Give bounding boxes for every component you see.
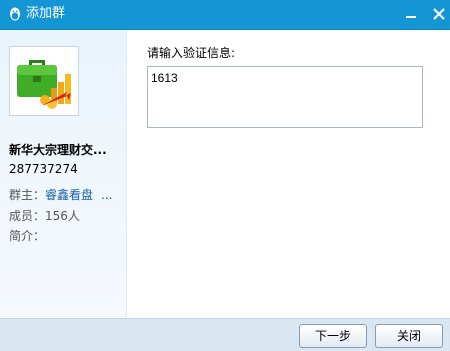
intro-label: 简介： [9, 229, 46, 243]
footer-bar: 下一步 关闭 [0, 318, 450, 351]
group-name: 新华大宗理财交... [9, 143, 107, 157]
title-bar: 添加群 [0, 0, 450, 30]
window-title: 添加群 [26, 6, 66, 21]
close-button[interactable]: 关闭 [375, 324, 443, 348]
next-button[interactable]: 下一步 [299, 324, 367, 348]
members-label: 成员： [9, 209, 46, 223]
members-count: 156人 [45, 209, 80, 223]
briefcase-chart-icon [11, 48, 77, 114]
verify-label: 请输入验证信息: [147, 46, 236, 60]
group-number: 287737274 [9, 162, 78, 176]
close-icon [433, 8, 445, 20]
qq-penguin-icon [10, 7, 20, 21]
members-row: 成员：156人 [9, 207, 80, 224]
verify-message-input[interactable]: 1613 [147, 66, 423, 128]
minimize-button[interactable] [400, 3, 422, 25]
owner-label: 群主： [9, 188, 46, 202]
owner-row: 群主：睿鑫看盘... [9, 186, 112, 203]
minimize-icon [406, 16, 416, 18]
owner-name-link[interactable]: 睿鑫看盘 [45, 188, 93, 202]
intro-row: 简介： [9, 227, 45, 244]
group-avatar [9, 46, 79, 116]
owner-more-link[interactable]: ... [101, 188, 112, 202]
group-info-panel: 新华大宗理财交... 287737274 群主：睿鑫看盘... 成员：156人 … [0, 30, 127, 317]
close-window-button[interactable] [428, 3, 450, 25]
